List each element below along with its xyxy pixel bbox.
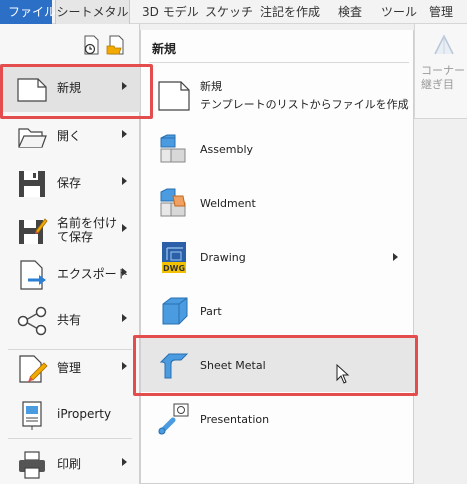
submenu-part[interactable]: Part [141, 284, 415, 338]
ribbon-tab-bar: ファイル シートメタル 3D モデル スケッチ 注記を作成 検査 ツール 管理 [0, 0, 467, 24]
save-as-line1: 名前を付け [57, 216, 118, 230]
mouse-cursor-icon [336, 363, 350, 384]
chevron-right-icon [122, 268, 127, 276]
file-menu-save-as[interactable]: 名前を付け て保存 [0, 206, 140, 254]
part-cube-icon [157, 294, 191, 328]
save-floppy-icon [16, 168, 48, 200]
chevron-right-icon [122, 458, 127, 466]
chevron-right-icon [122, 82, 127, 90]
file-menu-share-label: 共有 [57, 313, 82, 327]
submenu-title-divider [149, 62, 409, 63]
file-menu-save[interactable]: 保存 [0, 159, 140, 207]
submenu-part-label: Part [200, 304, 222, 318]
chevron-right-icon [393, 253, 398, 261]
drawing-dwg-icon: DWG [157, 240, 191, 274]
file-menu-iproperty-label: iProperty [57, 407, 112, 421]
weldment-icon [157, 186, 191, 220]
recent-documents-icon[interactable] [82, 34, 102, 56]
tab-sketch[interactable]: スケッチ [205, 0, 253, 24]
presentation-icon [157, 402, 191, 436]
iproperty-icon [16, 399, 48, 431]
sheet-metal-icon [157, 348, 191, 382]
file-menu-print-label: 印刷 [57, 457, 82, 471]
file-menu-open-label: 開く [57, 129, 82, 143]
file-menu-new[interactable]: 新規 [0, 64, 140, 112]
file-menu-export-label: エクスポート [57, 267, 129, 281]
chevron-right-icon [122, 314, 127, 322]
blank-document-icon [157, 78, 191, 112]
printer-icon [16, 449, 48, 481]
share-icon [16, 305, 48, 337]
save-as-icon [16, 215, 48, 247]
new-document-icon [16, 73, 48, 105]
chevron-right-icon [122, 362, 127, 370]
tab-3d-model[interactable]: 3D モデル [142, 0, 199, 24]
tab-annotate[interactable]: 注記を作成 [260, 0, 320, 24]
svg-text:DWG: DWG [163, 264, 185, 273]
corner-seam-icon[interactable] [431, 32, 457, 58]
submenu-presentation-label: Presentation [200, 412, 270, 426]
chevron-right-icon [122, 177, 127, 185]
submenu-title: 新規 [152, 42, 177, 56]
submenu-assembly[interactable]: Assembly [141, 122, 415, 176]
new-submenu-panel: 新規 新規 テンプレートのリストからファイルを作成 Assembly Weldm… [140, 30, 415, 484]
file-menu-manage[interactable]: 管理 [0, 344, 140, 392]
file-menu-new-label: 新規 [57, 81, 82, 95]
submenu-drawing[interactable]: DWG Drawing [141, 230, 415, 284]
tab-tools[interactable]: ツール [381, 0, 417, 24]
submenu-weldment-label: Weldment [200, 196, 256, 210]
submenu-sheet-metal-label: Sheet Metal [200, 358, 266, 372]
file-menu-manage-label: 管理 [57, 361, 82, 375]
submenu-new-description: テンプレートのリストからファイルを作成 [200, 98, 409, 111]
submenu-assembly-label: Assembly [200, 142, 254, 156]
corner-seam-label: コーナー継ぎ目 [421, 64, 465, 91]
ribbon-panel-remnant: コーナー継ぎ目 [414, 24, 467, 119]
file-menu-iproperty[interactable]: iProperty [0, 390, 140, 438]
assembly-icon [157, 132, 191, 166]
tab-sheet-metal[interactable]: シートメタル [55, 0, 130, 24]
open-recent-icon[interactable] [106, 34, 126, 56]
file-menu-panel: 新規 開く 保存 名前を付け て保存 エクスポート 共有 管理 iPropert… [0, 24, 140, 484]
file-menu-print[interactable]: 印刷 [0, 440, 140, 484]
tab-manage[interactable]: 管理 [429, 0, 453, 24]
chevron-right-icon [122, 224, 127, 232]
tab-file[interactable]: ファイル [0, 0, 56, 24]
file-menu-share[interactable]: 共有 [0, 296, 140, 344]
file-menu-save-label: 保存 [57, 176, 82, 190]
save-as-line2: て保存 [57, 230, 94, 244]
manage-icon [16, 353, 48, 385]
file-menu-save-as-label: 名前を付け て保存 [57, 206, 117, 254]
open-folder-icon [16, 121, 48, 153]
file-menu-export[interactable]: エクスポート [0, 250, 140, 298]
submenu-presentation[interactable]: Presentation [141, 392, 415, 446]
submenu-new-title: 新規 [200, 80, 222, 93]
chevron-right-icon [122, 130, 127, 138]
file-menu-open[interactable]: 開く [0, 112, 140, 160]
submenu-drawing-label: Drawing [200, 250, 246, 264]
submenu-new-from-template[interactable]: 新規 テンプレートのリストからファイルを作成 [141, 68, 415, 122]
submenu-weldment[interactable]: Weldment [141, 176, 415, 230]
menu-divider [8, 438, 132, 439]
submenu-sheet-metal[interactable]: Sheet Metal [141, 338, 415, 392]
export-icon [16, 259, 48, 291]
tab-inspect[interactable]: 検査 [338, 0, 362, 24]
submenu-new-label: 新規 テンプレートのリストからファイルを作成 [200, 68, 409, 122]
